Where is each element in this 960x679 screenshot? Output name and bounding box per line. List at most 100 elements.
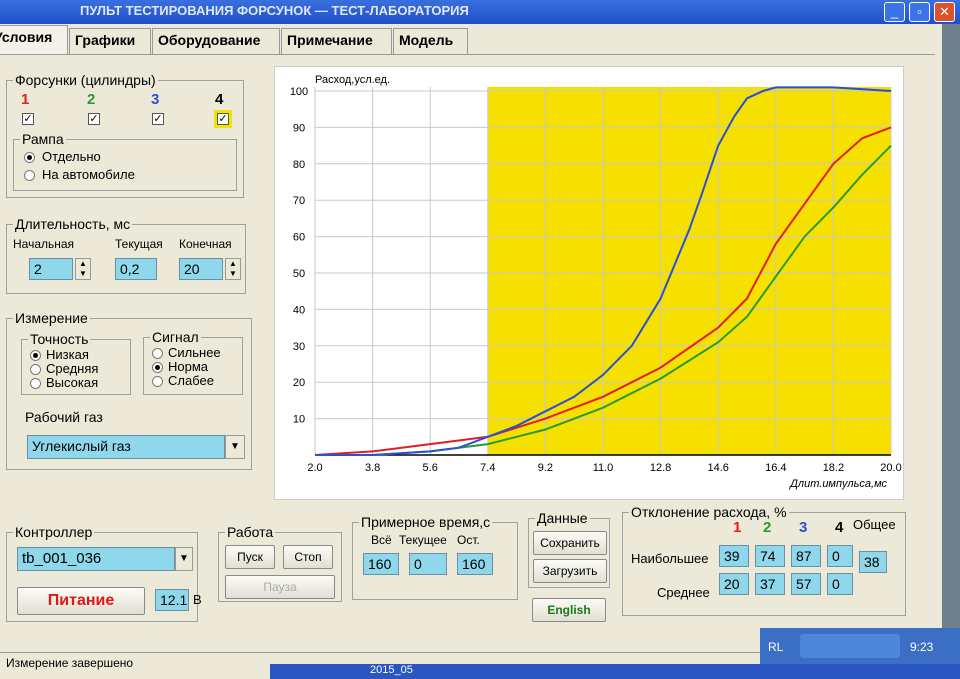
tab-notes[interactable]: Примечание xyxy=(281,28,392,54)
taskbar-item[interactable]: 2015_05 xyxy=(370,664,413,676)
signal-stronger-radio[interactable] xyxy=(152,348,163,359)
taskbar: 2015_05 xyxy=(270,664,960,679)
tab-graphs[interactable]: Графики xyxy=(69,28,151,54)
tab-model[interactable]: Модель xyxy=(393,28,468,54)
voltage-field: 12.1 xyxy=(155,589,189,611)
tab-conditions[interactable]: Условия xyxy=(0,25,68,55)
y-tick-label: 90 xyxy=(293,122,305,134)
y-tick-label: 70 xyxy=(293,195,305,207)
time-title: Примерное время,с xyxy=(359,514,493,530)
gas-dropdown-chevron-icon[interactable]: ▼ xyxy=(225,435,245,459)
duration-end-label: Конечная xyxy=(179,237,232,251)
system-tray: RL 9:23 xyxy=(760,628,960,664)
work-group: Работа Пуск Стоп Пауза xyxy=(218,524,342,602)
data-title: Данные xyxy=(535,510,590,526)
deviation-avg-3: 57 xyxy=(791,573,821,595)
controller-dropdown-chevron-icon[interactable]: ▼ xyxy=(175,547,193,571)
load-button[interactable]: Загрузить xyxy=(533,559,607,583)
deviation-max-4: 0 xyxy=(827,545,853,567)
status-text: Измерение завершено xyxy=(6,656,134,670)
deviation-col-1: 1 xyxy=(733,519,742,536)
minimize-button[interactable]: _ xyxy=(884,2,905,22)
injector-1-checkbox[interactable]: ✓ xyxy=(22,113,34,125)
tab-panel-border xyxy=(0,54,935,55)
injector-2-label: 2 xyxy=(87,91,96,108)
window-title: ПУЛЬТ ТЕСТИРОВАНИЯ ФОРСУНОК — ТЕСТ-ЛАБОР… xyxy=(80,3,469,18)
time-left-label: Ост. xyxy=(457,533,480,547)
save-button[interactable]: Сохранить xyxy=(533,531,607,555)
y-tick-label: 50 xyxy=(293,268,305,280)
injector-1-label: 1 xyxy=(21,91,30,108)
deviation-avg-1: 20 xyxy=(719,573,749,595)
x-tick-label: 9.2 xyxy=(538,462,553,474)
power-button[interactable]: Питание xyxy=(17,587,145,615)
duration-end-input[interactable]: 20 xyxy=(179,258,223,280)
y-tick-label: 20 xyxy=(293,377,305,389)
injector-4-checkbox[interactable]: ✓ xyxy=(217,113,229,125)
pause-button[interactable]: Пауза xyxy=(225,575,335,599)
duration-current-label: Текущая xyxy=(115,237,163,251)
y-tick-label: 100 xyxy=(290,86,308,98)
y-axis-label: Расход,усл.ед. xyxy=(315,74,390,86)
data-group: Данные Сохранить Загрузить xyxy=(528,510,610,588)
duration-start-spinner[interactable]: ▲ ▼ xyxy=(75,258,91,280)
gas-label: Рабочий газ xyxy=(25,409,103,425)
injector-3-checkbox[interactable]: ✓ xyxy=(152,113,164,125)
rampa-separate-radio[interactable] xyxy=(24,152,35,163)
rampa-separate-label: Отдельно xyxy=(42,149,101,164)
deviation-avg-4: 0 xyxy=(827,573,853,595)
injector-2-checkbox[interactable]: ✓ xyxy=(88,113,100,125)
tab-equipment[interactable]: Оборудование xyxy=(152,28,280,54)
main-window: ПУЛЬТ ТЕСТИРОВАНИЯ ФОРСУНОК — ТЕСТ-ЛАБОР… xyxy=(0,0,960,679)
deviation-col-4: 4 xyxy=(835,519,844,536)
deviation-col-total: Общее xyxy=(853,517,896,532)
time-current-label: Текущее xyxy=(399,533,447,547)
close-button[interactable]: ✕ xyxy=(934,2,955,22)
injectors-group: Форсунки (цилиндры) 1 2 3 4 ✓ ✓ ✓ ✓ Рамп… xyxy=(6,72,244,198)
measurement-group: Измерение Точность Низкая Средняя Высока… xyxy=(6,310,252,470)
time-all-field: 160 xyxy=(363,553,399,575)
deviation-max-3: 87 xyxy=(791,545,821,567)
y-tick-label: 80 xyxy=(293,159,305,171)
restore-button[interactable]: ▫ xyxy=(909,2,930,22)
x-tick-label: 20.0 xyxy=(880,462,901,474)
rampa-title: Рампа xyxy=(20,131,66,147)
deviation-col-3: 3 xyxy=(799,519,808,536)
x-tick-label: 5.6 xyxy=(423,462,438,474)
deviation-title: Отклонение расхода, % xyxy=(629,504,789,520)
y-tick-label: 10 xyxy=(293,414,305,426)
tray-clock[interactable]: 9:23 xyxy=(910,640,933,654)
x-tick-label: 16.4 xyxy=(765,462,786,474)
precision-low-radio[interactable] xyxy=(30,350,41,361)
tray-lang[interactable]: RL xyxy=(768,640,783,654)
gas-select[interactable]: Углекислый газ xyxy=(27,435,225,459)
controller-group: Контроллер tb_001_036 ▼ Питание 12.1 В xyxy=(6,524,202,622)
english-button[interactable]: English xyxy=(532,598,606,622)
highlight-region xyxy=(487,87,891,455)
flow-chart: 2.0 3.8 5.6 7.4 9.2 11.0 12.8 14.6 16.4 18.2 20.0 1… xyxy=(274,66,904,500)
signal-title: Сигнал xyxy=(150,329,201,345)
stop-button[interactable]: Стоп xyxy=(283,545,333,569)
duration-current-field: 0,2 xyxy=(115,258,157,280)
precision-group: Точность Низкая Средняя Высокая xyxy=(21,331,131,395)
x-tick-label: 2.0 xyxy=(307,462,322,474)
time-current-field: 0 xyxy=(409,553,447,575)
precision-title: Точность xyxy=(28,331,91,347)
time-group: Примерное время,с Всё Текущее Ост. 160 0… xyxy=(352,514,518,600)
signal-stronger-label: Сильнее xyxy=(168,345,221,360)
rampa-car-radio[interactable] xyxy=(24,170,35,181)
controller-select[interactable]: tb_001_036 xyxy=(17,547,175,571)
precision-mid-radio[interactable] xyxy=(30,364,41,375)
y-tick-label: 40 xyxy=(293,304,305,316)
start-button[interactable]: Пуск xyxy=(225,545,275,569)
deviation-max-1: 39 xyxy=(719,545,749,567)
time-all-label: Всё xyxy=(371,533,392,547)
signal-weaker-radio[interactable] xyxy=(152,376,163,387)
duration-start-input[interactable]: 2 xyxy=(29,258,73,280)
duration-title: Длительность, мс xyxy=(13,216,133,232)
duration-start-label: Начальная xyxy=(13,237,75,251)
precision-high-radio[interactable] xyxy=(30,378,41,389)
signal-normal-radio[interactable] xyxy=(152,362,163,373)
duration-end-spinner[interactable]: ▲ ▼ xyxy=(225,258,241,280)
signal-normal-label: Норма xyxy=(168,359,209,374)
